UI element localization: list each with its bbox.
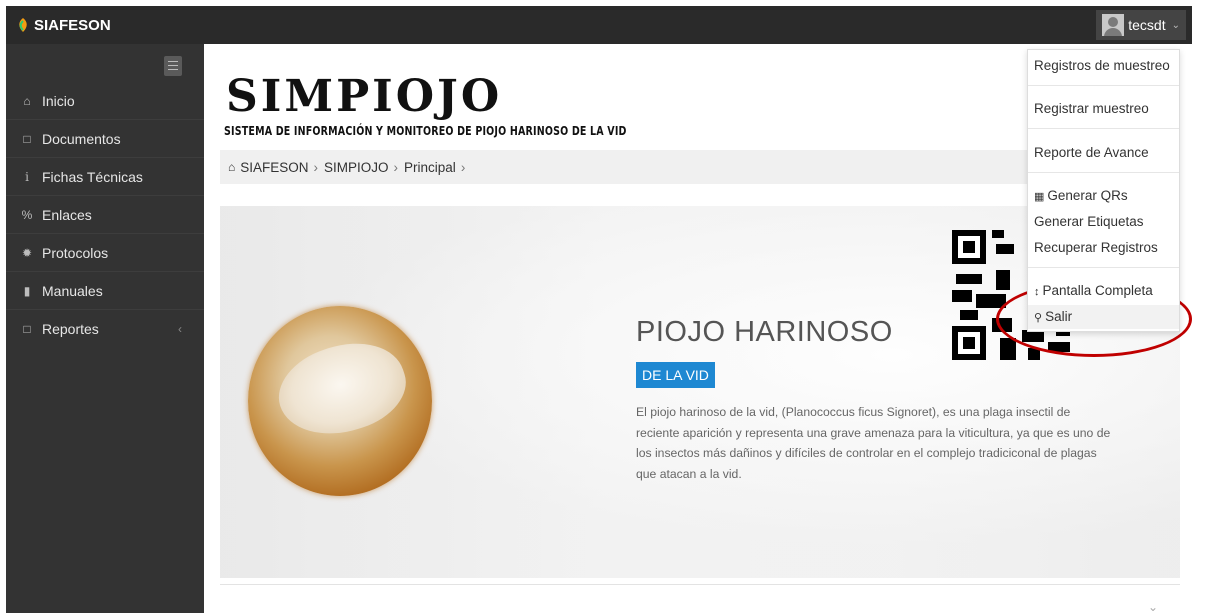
sidebar-item-label: Documentos [42,130,121,147]
fullscreen-icon: ↕ [1034,286,1040,298]
gear-icon: ✹ [21,245,33,260]
breadcrumb-separator-icon: › [460,159,466,175]
leaf-icon [19,18,27,32]
hero-badge: DE LA VID [636,362,715,388]
menu-item-salir[interactable]: ⚲ Salir [1028,305,1179,329]
sidebar-item-protocolos[interactable]: ✹ Protocolos [6,234,204,272]
sidebar-item-fichas[interactable]: i Fichas Técnicas [6,158,204,196]
menu-divider [1028,267,1179,268]
app-frame: SIAFESON tecsdt ⌄ ⌂ Inicio □ Documentos … [6,6,1192,613]
breadcrumb-item[interactable]: SIAFESON [240,160,308,175]
menu-toggle-icon[interactable] [164,56,182,76]
key-icon: ⚲ [1034,312,1043,324]
hero-description: El piojo harinoso de la vid, (Planococcu… [636,405,1111,481]
breadcrumb-separator-icon: › [313,159,319,175]
menu-item-generar-qrs[interactable]: ▦ Generar QRs [1028,188,1179,203]
book-icon: ▮ [23,283,31,298]
mealybug-image [248,306,432,496]
menu-item-recuperar-registros[interactable]: Recuperar Registros [1028,240,1179,255]
home-icon: ⌂ [228,160,236,174]
sidebar-item-inicio[interactable]: ⌂ Inicio [6,82,204,120]
chevron-down-icon[interactable]: ⌄ [1148,600,1158,613]
user-dropdown-menu: Registros de muestreo Registrar muestreo… [1027,49,1180,332]
divider [220,584,1180,585]
menu-item-registros-muestreo[interactable]: Registros de muestreo [1028,58,1179,73]
chevron-down-icon: ⌄ [1171,19,1180,31]
sidebar-item-manuales[interactable]: ▮ Manuales [6,272,204,310]
sidebar-nav: ⌂ Inicio □ Documentos i Fichas Técnicas … [6,82,204,348]
menu-item-reporte-avance[interactable]: Reporte de Avance [1028,145,1179,160]
breadcrumb-item[interactable]: SIMPIOJO [324,160,389,175]
menu-item-registrar-muestreo[interactable]: Registrar muestreo [1028,101,1179,116]
page-subtitle: SISTEMA DE INFORMACIÓN Y MONITOREO DE PI… [224,124,627,138]
sidebar-item-label: Manuales [42,282,103,299]
sidebar-item-documentos[interactable]: □ Documentos [6,120,204,158]
menu-divider [1028,85,1179,86]
sidebar-item-label: Fichas Técnicas [42,168,143,185]
menu-item-pantalla-completa[interactable]: ↕ Pantalla Completa [1028,283,1179,298]
file-icon: □ [23,322,31,336]
menu-item-label: Pantalla Completa [1042,283,1153,298]
info-icon: i [25,169,29,184]
sidebar-item-reportes[interactable]: □ Reportes ‹ [6,310,204,348]
sidebar-item-label: Reportes [42,321,99,337]
chevron-left-icon: ‹ [178,322,182,336]
user-name: tecsdt [1128,17,1166,33]
menu-item-generar-etiquetas[interactable]: Generar Etiquetas [1028,214,1179,229]
sidebar-item-label: Enlaces [42,206,92,223]
user-menu-toggle[interactable]: tecsdt ⌄ [1096,10,1186,40]
menu-item-label: Salir [1045,309,1073,324]
page-logo: SIMPIOJO [226,71,503,122]
link-icon: % [21,207,33,222]
breadcrumb-item[interactable]: Principal [404,160,456,175]
sidebar-item-enlaces[interactable]: % Enlaces [6,196,204,234]
breadcrumb: ⌂ SIAFESON › SIMPIOJO › Principal › [220,150,1050,184]
breadcrumb-separator-icon: › [393,159,399,175]
menu-item-label: Generar QRs [1047,188,1128,203]
top-bar: SIAFESON tecsdt ⌄ [6,6,1192,44]
menu-divider [1028,172,1179,173]
home-icon: ⌂ [23,93,31,108]
folder-icon: □ [23,131,31,146]
sidebar-item-label: Protocolos [42,244,109,261]
hero-title: PIOJO HARINOSO [636,316,893,348]
sidebar-item-label: Inicio [42,92,75,109]
avatar [1102,14,1125,36]
brand-logo[interactable]: SIAFESON [6,6,204,44]
menu-divider [1028,128,1179,129]
sidebar: ⌂ Inicio □ Documentos i Fichas Técnicas … [6,44,204,613]
brand-name: SIAFESON [34,16,111,34]
qr-icon: ▦ [1034,191,1045,203]
